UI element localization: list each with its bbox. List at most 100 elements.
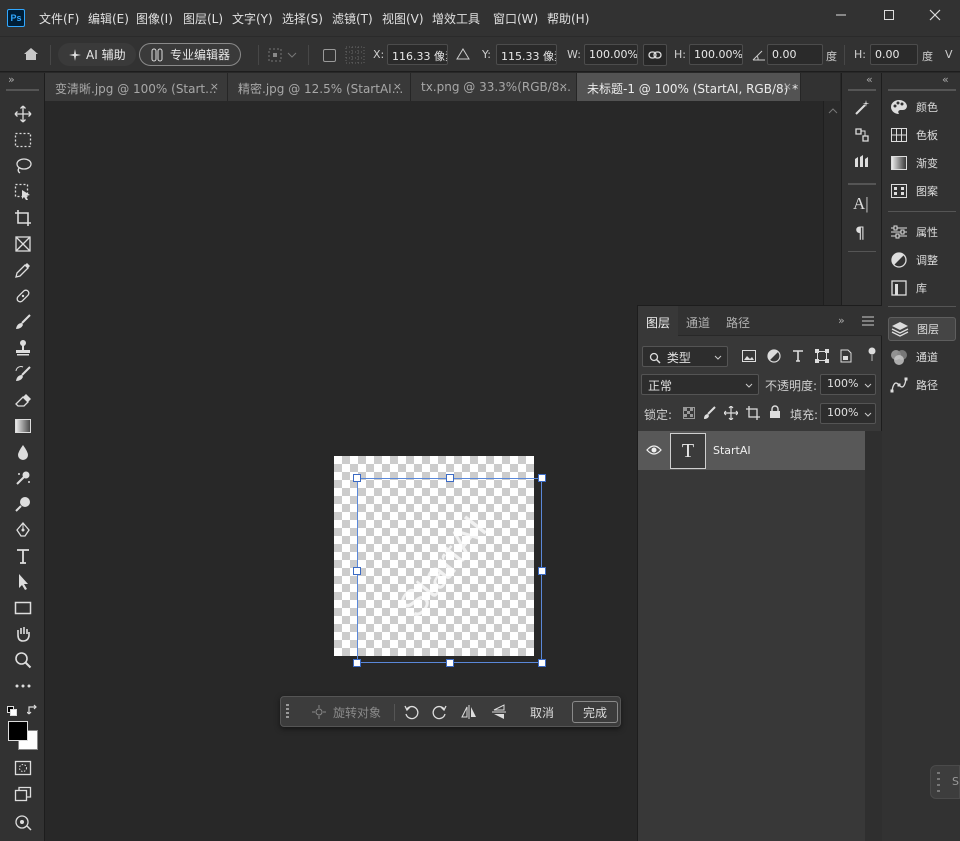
filter-type-icon[interactable] [790, 348, 806, 364]
dock-libraries-panel[interactable]: 库 [888, 276, 956, 300]
transform-handle-top[interactable] [446, 474, 454, 482]
filter-pixel-icon[interactable] [741, 348, 757, 364]
clone-stamp-tool[interactable] [10, 337, 36, 359]
layers-scrollbar[interactable] [865, 431, 882, 841]
transform-handle-bottom-right[interactable] [538, 659, 546, 667]
transform-handle-right[interactable] [538, 567, 546, 575]
paragraph-panel-icon[interactable]: ¶ [855, 223, 865, 242]
move-tool[interactable] [10, 103, 36, 125]
tab-channels[interactable]: 通道 [678, 306, 718, 336]
gradient-tool[interactable] [10, 415, 36, 437]
menu-view[interactable]: 视图(V) [382, 10, 424, 27]
panel-menu-button[interactable] [862, 316, 874, 326]
dock-patterns-panel[interactable]: 图案 [888, 179, 956, 203]
filter-smart-object-icon[interactable] [838, 348, 854, 364]
tab-document-3[interactable]: tx.png @ 33.3%(RGB/8... × [411, 73, 577, 101]
rotate-left-button[interactable] [399, 701, 423, 723]
frame-tool[interactable] [10, 233, 36, 255]
menu-help[interactable]: 帮助(H) [547, 10, 589, 27]
dock-channels-panel[interactable]: 通道 [888, 345, 956, 369]
rotation-input[interactable]: 0.00 [767, 44, 823, 65]
marquee-tool[interactable] [10, 129, 36, 151]
tab-close-icon[interactable]: × [559, 80, 568, 93]
fill-input[interactable]: 100% [820, 403, 876, 424]
transform-bounding-box[interactable] [353, 474, 546, 667]
opacity-input[interactable]: 100% [820, 374, 876, 395]
drag-grip-icon[interactable] [285, 703, 291, 721]
filter-adjustment-icon[interactable] [766, 348, 782, 364]
blur-tool[interactable] [10, 441, 36, 463]
menu-select[interactable]: 选择(S) [282, 10, 323, 27]
lasso-tool[interactable] [10, 155, 36, 177]
tab-close-icon[interactable]: × [783, 80, 792, 93]
tab-paths[interactable]: 路径 [718, 306, 758, 336]
lock-transparent-pixels-icon[interactable] [681, 405, 697, 421]
eraser-tool[interactable] [10, 389, 36, 411]
plugin-a-icon[interactable] [853, 126, 871, 144]
rectangle-tool[interactable] [10, 597, 36, 619]
collapse-panel-button[interactable]: » [838, 314, 845, 327]
dock-layers-panel[interactable]: 图层 [888, 317, 956, 341]
ai-assist-button[interactable]: AI 辅助 [58, 43, 136, 66]
dock-paths-panel[interactable]: 路径 [888, 373, 956, 397]
transform-handle-top-left[interactable] [353, 474, 361, 482]
tab-document-4-active[interactable]: 未标题-1 @ 100% (StartAI, RGB/8) * × [577, 73, 801, 101]
dodge-tool[interactable] [10, 467, 36, 489]
layer-thumbnail[interactable]: T [670, 433, 706, 469]
layer-filter-select[interactable]: 类型 [642, 346, 728, 367]
layer-visibility-toggle[interactable] [646, 444, 662, 456]
menu-image[interactable]: 图像(I) [136, 10, 173, 27]
width-input[interactable]: 100.00% [584, 44, 638, 65]
expand-column-button[interactable]: « [866, 73, 873, 86]
menu-type[interactable]: 文字(Y) [232, 10, 273, 27]
tab-document-1[interactable]: 变清晰.jpg @ 100% (Start... × [45, 73, 228, 101]
close-window-button[interactable] [912, 0, 958, 30]
pen-tool[interactable] [10, 519, 36, 541]
object-selection-tool[interactable] [10, 181, 36, 203]
minimize-button[interactable] [818, 0, 864, 30]
layer-name[interactable]: StartAI [713, 444, 751, 457]
collapse-dock-button[interactable]: « [942, 73, 949, 86]
transform-handle-bottom[interactable] [446, 659, 454, 667]
link-proportions-button[interactable] [643, 44, 667, 66]
edit-toolbar-button[interactable] [10, 675, 36, 697]
cancel-button[interactable]: 取消 [521, 701, 563, 723]
tab-document-2[interactable]: 精密.jpg @ 12.5% (StartAI... × [228, 73, 411, 101]
hand-tool[interactable] [10, 623, 36, 645]
blend-mode-select[interactable]: 正常 [641, 374, 759, 395]
dock-adjustments-panel[interactable]: 调整 [888, 248, 956, 272]
canvas-vertical-scrollbar[interactable] [823, 101, 841, 305]
lock-all-icon[interactable] [767, 404, 783, 420]
eyedropper-tool[interactable] [10, 259, 36, 281]
lock-image-pixels-icon[interactable] [702, 405, 718, 421]
quick-mask-button[interactable] [10, 757, 36, 779]
reference-point-button[interactable] [268, 47, 298, 63]
screen-mode-button[interactable] [10, 783, 36, 805]
layer-row[interactable]: T StartAI [638, 431, 865, 470]
collapse-tools-button[interactable]: » [8, 73, 15, 86]
filter-toggle[interactable] [868, 346, 876, 362]
transform-handle-bottom-left[interactable] [353, 659, 361, 667]
burn-tool[interactable] [10, 493, 36, 515]
crop-tool[interactable] [10, 207, 36, 229]
foreground-color-swatch[interactable] [8, 721, 28, 741]
menu-window[interactable]: 窗口(W) [493, 10, 538, 27]
menu-filter[interactable]: 滤镜(T) [332, 10, 373, 27]
history-brush-tool[interactable] [10, 363, 36, 385]
flip-horizontal-button[interactable] [457, 701, 481, 723]
home-button[interactable] [22, 46, 40, 62]
pro-editor-button[interactable]: 专业编辑器 [139, 43, 242, 66]
dock-properties-panel[interactable]: 属性 [888, 220, 956, 244]
type-tool[interactable] [10, 545, 36, 567]
default-colors-button[interactable] [7, 706, 17, 716]
character-panel-icon[interactable]: A| [853, 194, 869, 214]
x-position-input[interactable]: 116.33 像素 [387, 44, 448, 65]
menu-plugins[interactable]: 增效工具 [432, 10, 480, 27]
plugin-b-icon[interactable] [853, 153, 871, 169]
dock-color-panel[interactable]: 颜色 [888, 95, 956, 119]
reference-checkbox[interactable] [323, 49, 336, 62]
dock-swatches-panel[interactable]: 色板 [888, 123, 956, 147]
transform-handle-left[interactable] [353, 567, 361, 575]
tab-close-icon[interactable]: × [210, 80, 219, 93]
relative-position-icon[interactable] [456, 48, 470, 60]
